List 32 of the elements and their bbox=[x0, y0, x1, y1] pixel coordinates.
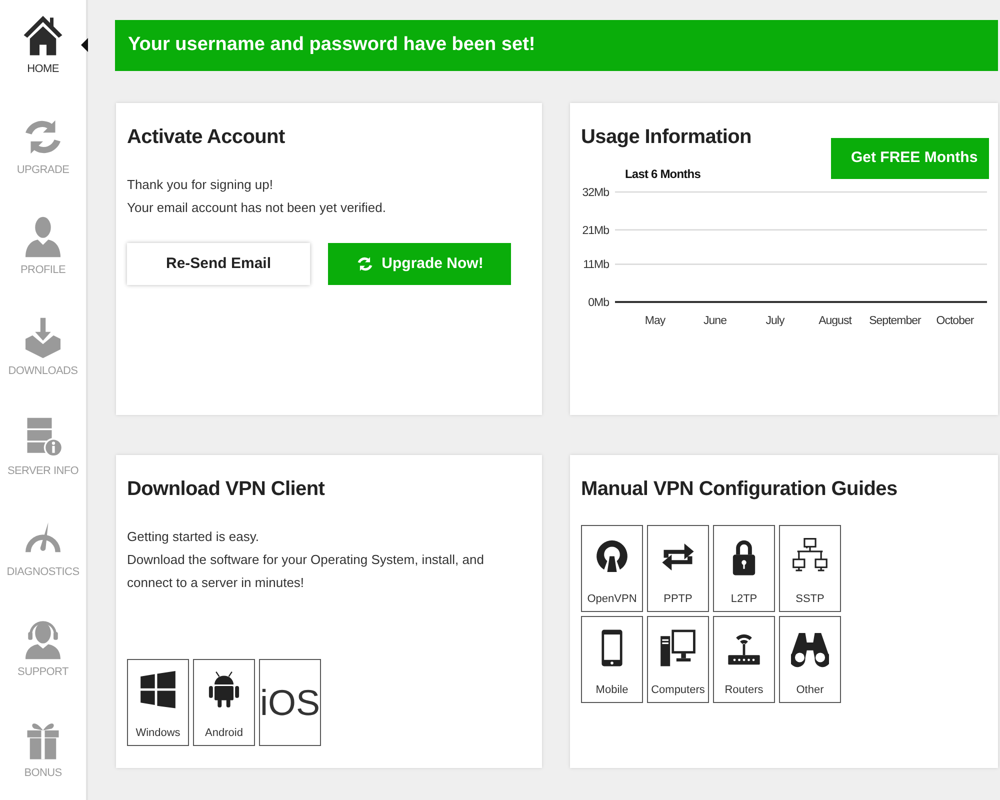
y-tick-label: 11Mb bbox=[583, 259, 609, 272]
guide-tile[interactable]: Mobile bbox=[581, 616, 643, 703]
house-icon bbox=[22, 14, 64, 58]
body-text: Download the software for your Operating System, install, and connect to a server in minutes! bbox=[127, 551, 485, 592]
resend-email-button[interactable]: Re-Send Email bbox=[127, 243, 310, 285]
x-tick-label: October bbox=[936, 315, 974, 326]
y-tick-label: 0Mb bbox=[588, 297, 609, 309]
card-title: Manual VPN Configuration Guides bbox=[581, 477, 898, 501]
card-title: Usage Information bbox=[581, 125, 752, 149]
platform-tile[interactable]: Android bbox=[193, 659, 255, 746]
platform-tile[interactable]: Windows bbox=[127, 659, 189, 746]
guide-tile[interactable]: OpenVPN bbox=[581, 525, 643, 612]
guide-tile[interactable]: PPTP bbox=[647, 525, 709, 612]
success-banner: Your username and password have been set! bbox=[115, 20, 998, 71]
refresh-icon bbox=[356, 255, 374, 273]
guide-tile[interactable]: Routers bbox=[713, 616, 775, 703]
body-text: Your email account has not been yet verified. bbox=[127, 199, 387, 217]
body-text: Thank you for signing up! bbox=[127, 176, 274, 194]
guide-tile[interactable]: SSTP bbox=[779, 525, 841, 612]
chart-title: Last 6 Months bbox=[625, 167, 700, 181]
guide-tile[interactable]: Other bbox=[779, 616, 841, 703]
platform-tile[interactable]: iOS bbox=[259, 659, 321, 746]
x-tick-label: June bbox=[704, 315, 726, 326]
y-tick-label: 21Mb bbox=[582, 224, 609, 237]
card-title: Download VPN Client bbox=[127, 477, 326, 501]
selection-pointer-icon bbox=[81, 38, 88, 52]
guide-tile[interactable]: L2TP bbox=[713, 525, 775, 612]
card-title: Activate Account bbox=[127, 125, 286, 149]
y-tick-label: 32Mb bbox=[582, 187, 609, 199]
body-text: Getting started is easy. bbox=[127, 528, 260, 546]
guide-tile[interactable]: Computers bbox=[647, 616, 709, 703]
sidebar-item[interactable]: HOME bbox=[0, 0, 86, 100]
